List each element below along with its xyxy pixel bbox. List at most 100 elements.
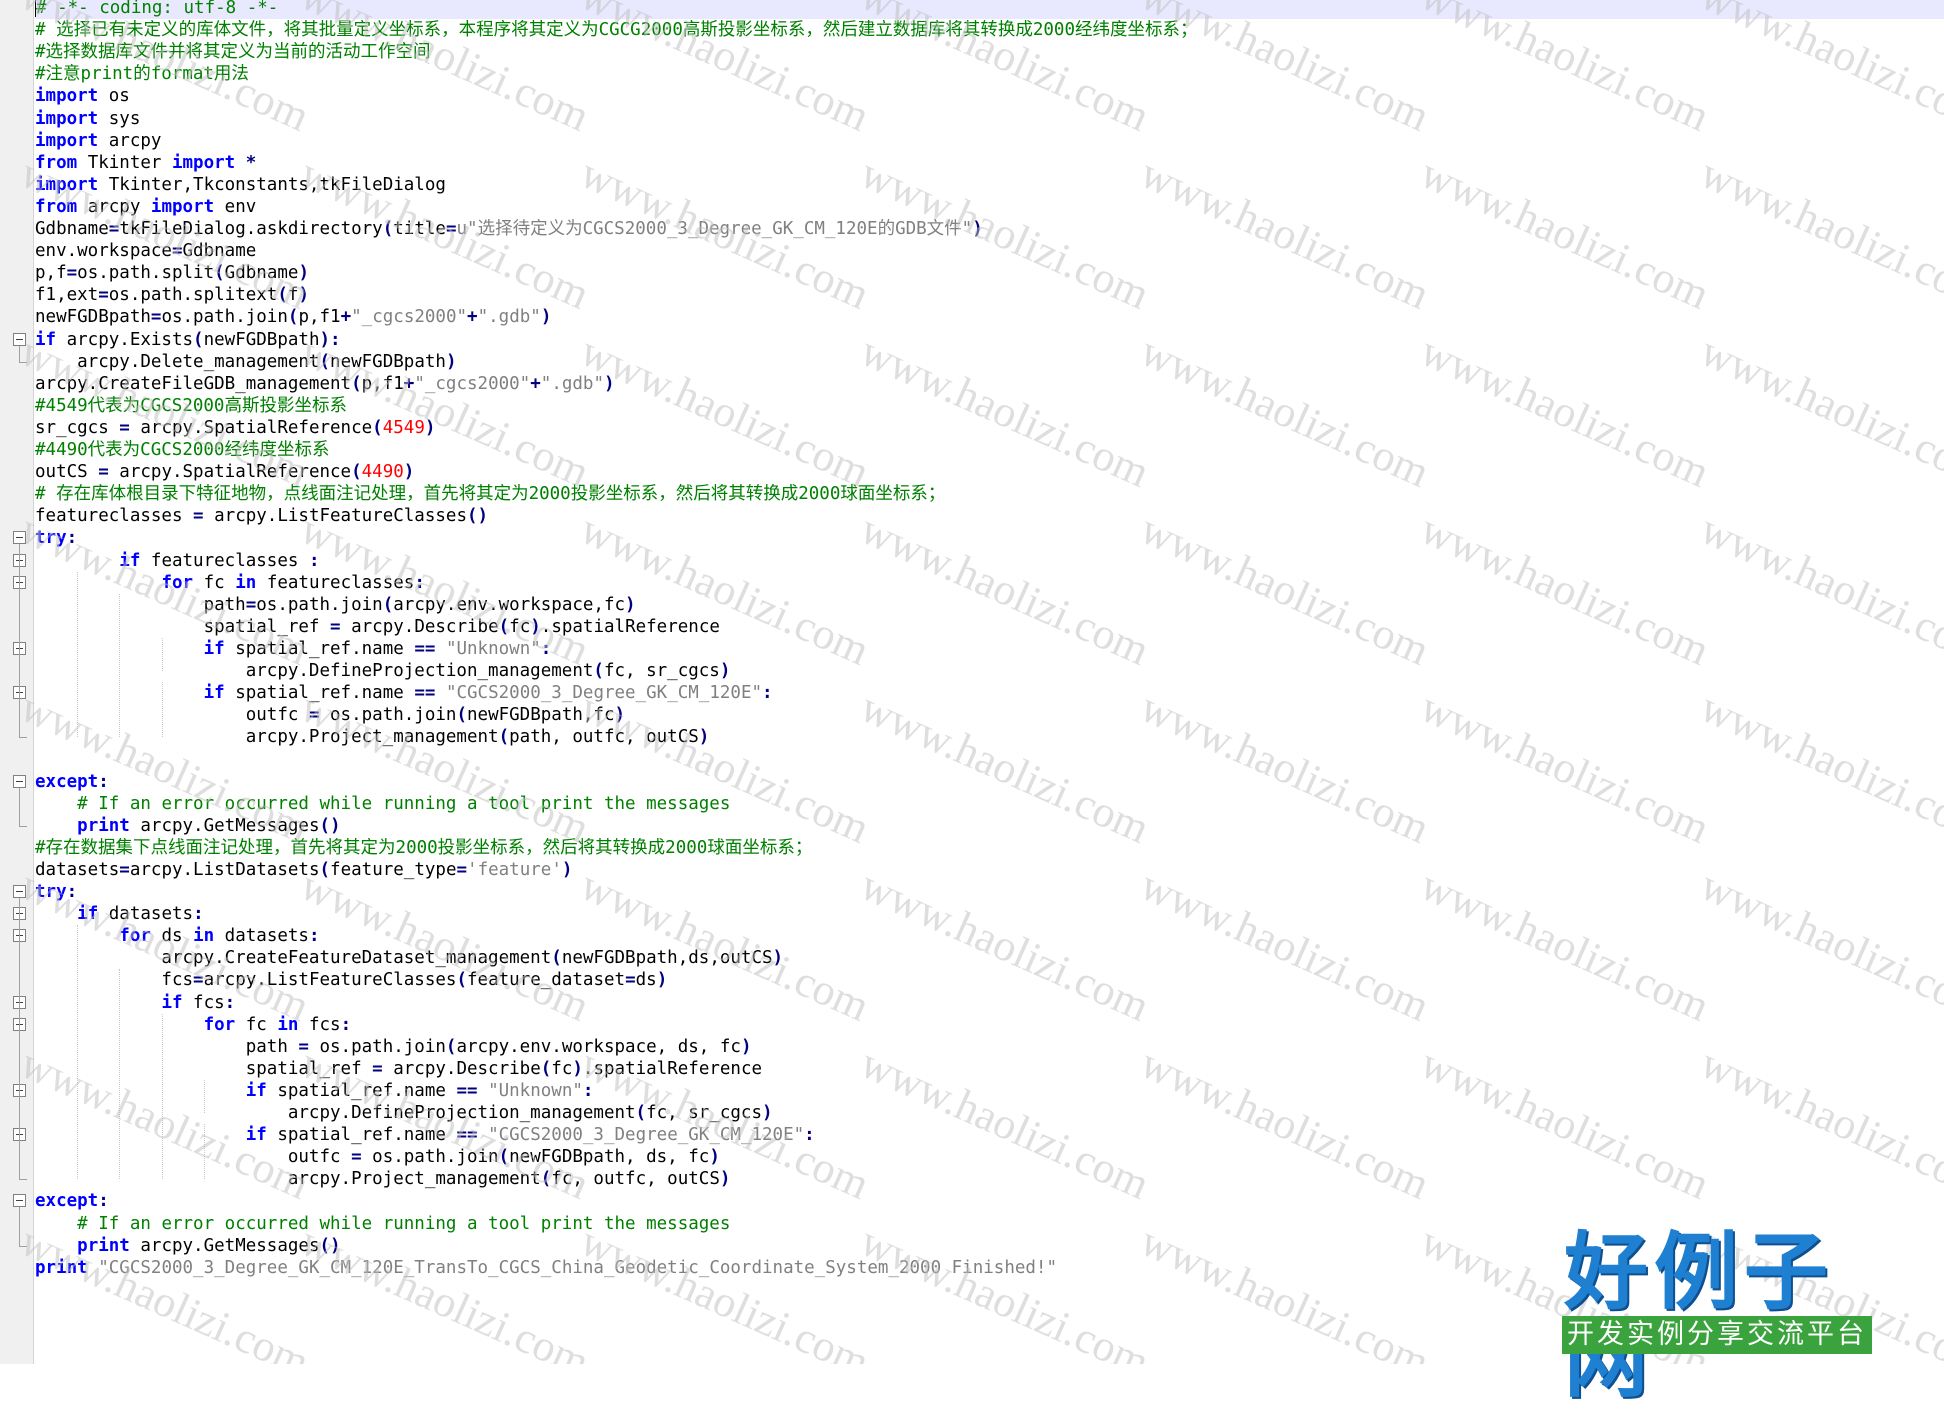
code-line[interactable]: if featureclasses : [35, 550, 319, 572]
fold-toggle-icon[interactable] [13, 885, 26, 898]
code-line[interactable]: print arcpy.GetMessages() [35, 815, 340, 837]
code-line[interactable]: try: [35, 881, 77, 903]
code-line[interactable]: spatial_ref = arcpy.Describe(fc).spatial… [35, 1058, 762, 1080]
fold-toggle-icon[interactable] [13, 531, 26, 544]
code-line[interactable]: spatial_ref = arcpy.Describe(fc).spatial… [35, 616, 720, 638]
code-line[interactable]: import Tkinter,Tkconstants,tkFileDialog [35, 174, 446, 196]
code-line[interactable]: # If an error occurred while running a t… [35, 793, 730, 815]
code-line[interactable]: if arcpy.Exists(newFGDBpath): [35, 329, 341, 351]
code-line[interactable]: sr_cgcs = arcpy.SpatialReference(4549) [35, 417, 435, 439]
code-line[interactable]: outfc = os.path.join(newFGDBpath,fc) [35, 704, 625, 726]
code-token: ) [698, 727, 710, 747]
code-line[interactable]: import os [35, 85, 130, 107]
code-line[interactable]: arcpy.CreateFileGDB_management(p,f1+"_cg… [35, 373, 615, 395]
code-line[interactable]: for fc in featureclasses: [35, 572, 425, 594]
code-token: print [77, 1236, 130, 1256]
code-line[interactable]: newFGDBpath=os.path.join(p,f1+"_cgcs2000… [35, 306, 551, 328]
code-line[interactable]: path=os.path.join(arcpy.env.workspace,fc… [35, 594, 636, 616]
code-line[interactable]: arcpy.Delete_management(newFGDBpath) [35, 351, 456, 373]
code-token: = [119, 418, 130, 438]
code-line[interactable]: if spatial_ref.name == "CGCS2000_3_Degre… [35, 1124, 815, 1146]
code-token: ( [372, 418, 383, 438]
code-line[interactable]: path = os.path.join(arcpy.env.workspace,… [35, 1036, 752, 1058]
code-token: = [445, 219, 457, 239]
code-line[interactable]: arcpy.Project_management(fc, outfc, outC… [35, 1168, 731, 1190]
code-line[interactable]: datasets=arcpy.ListDatasets(feature_type… [35, 859, 572, 881]
code-token: from [35, 197, 78, 217]
fold-toggle-icon[interactable] [13, 775, 26, 788]
code-line[interactable]: print "CGCS2000_3_Degree_GK_CM_120E_Tran… [35, 1257, 1057, 1279]
code-line[interactable]: if spatial_ref.name == "Unknown": [35, 638, 552, 660]
code-line[interactable]: fcs=arcpy.ListFeatureClasses(feature_dat… [35, 969, 667, 991]
code-token: #注意print的format用法 [35, 64, 249, 84]
code-line[interactable]: # 存在库体根目录下特征地物，点线面注记处理，首先将其定为2000投影坐标系，然… [35, 483, 945, 505]
code-line[interactable]: #注意print的format用法 [35, 63, 249, 85]
code-token: fc, sr_cgcs [603, 661, 720, 681]
fold-gutter [0, 0, 34, 1364]
code-line[interactable]: arcpy.DefineProjection_management(fc, sr… [35, 1102, 773, 1124]
code-line[interactable]: #4549代表为CGCS2000高斯投影坐标系 [35, 395, 347, 417]
fold-toggle-icon[interactable] [13, 333, 26, 346]
code-line[interactable]: Gdbname=tkFileDialog.askdirectory(title=… [35, 218, 983, 240]
code-token: fc, outfc, outCS [551, 1169, 720, 1189]
code-token: Tkinter [77, 153, 172, 173]
code-token: () [467, 506, 489, 526]
code-token: except [35, 1191, 99, 1211]
code-token: : [414, 573, 425, 593]
code-token: "CGCS2000_3_Degree_GK_CM_120E" [488, 1125, 805, 1145]
code-line[interactable]: for fc in fcs: [35, 1014, 352, 1036]
code-token: ( [193, 330, 204, 350]
code-line[interactable]: # If an error occurred while running a t… [35, 1213, 730, 1235]
code-line[interactable]: f1,ext=os.path.splitext(f) [35, 284, 309, 306]
code-line[interactable]: from arcpy import env [35, 196, 256, 218]
code-token: datasets [214, 926, 309, 946]
code-line[interactable]: #选择数据库文件并将其定义为当前的活动工作空间 [35, 41, 431, 63]
code-editor[interactable]: # -*- coding: utf-8 -*- # 选择已有未定义的库体文件，将其… [0, 0, 1944, 1364]
fold-toggle-icon[interactable] [13, 1194, 26, 1207]
code-line[interactable]: outfc = os.path.join(newFGDBpath, ds, fc… [35, 1146, 720, 1168]
code-token: ) [561, 860, 573, 880]
code-line[interactable]: arcpy.CreateFeatureDataset_management(ne… [35, 947, 783, 969]
code-line[interactable]: except: [35, 1190, 109, 1212]
code-line[interactable]: except: [35, 771, 109, 793]
code-token: arcpy.SpatialReference [108, 462, 352, 482]
code-line[interactable]: print arcpy.GetMessages() [35, 1235, 340, 1257]
code-token: ) [298, 263, 309, 283]
code-line[interactable]: if spatial_ref.name == "CGCS2000_3_Degre… [35, 682, 773, 704]
code-line[interactable]: if datasets: [35, 903, 203, 925]
code-line[interactable]: arcpy.Project_management(path, outfc, ou… [35, 726, 710, 748]
code-line[interactable]: from Tkinter import * [35, 152, 256, 174]
code-line[interactable]: #存在数据集下点线面注记处理，首先将其定为2000投影坐标系，然后将其转换成20… [35, 837, 812, 859]
code-token: ( [593, 661, 604, 681]
code-token: feature_type [330, 860, 457, 880]
code-line[interactable]: # 选择已有未定义的库体文件，将其批量定义坐标系，本程序将其定义为CGCG200… [35, 19, 1198, 41]
code-line[interactable]: import sys [35, 108, 140, 130]
code-token: = [625, 970, 636, 990]
code-area[interactable]: # -*- coding: utf-8 -*- # 选择已有未定义的库体文件，将其… [35, 0, 1944, 1364]
code-line[interactable]: #4490代表为CGCS2000经纬度坐标系 [35, 439, 329, 461]
code-line[interactable]: # -*- coding: utf-8 -*- [35, 0, 1944, 19]
code-token: arcpy.Describe [340, 617, 499, 637]
code-token: ( [351, 374, 362, 394]
site-logo: 好例子网 开发实例分享交流平台 [1558, 1228, 1878, 1404]
code-token: = [330, 617, 341, 637]
code-line[interactable]: p,f=os.path.split(Gdbname) [35, 262, 309, 284]
code-token: u"选择待定义为CGCS2000_3_Degree_GK_CM_120E的GDB… [456, 219, 973, 239]
code-token: newFGDBpath [330, 352, 446, 372]
code-token: ".gdb" [477, 307, 541, 327]
code-token: if [245, 1125, 267, 1145]
code-line[interactable]: featureclasses = arcpy.ListFeatureClasse… [35, 505, 488, 527]
code-token: ( [540, 1169, 552, 1189]
code-line[interactable]: outCS = arcpy.SpatialReference(4490) [35, 461, 414, 483]
code-token: #存在数据集下点线面注记处理，首先将其定为2000投影坐标系，然后将其转换成20… [35, 838, 813, 858]
code-line[interactable]: arcpy.DefineProjection_management(fc, sr… [35, 660, 731, 682]
code-line[interactable]: import arcpy [35, 130, 161, 152]
code-token: : [98, 772, 109, 792]
code-line[interactable]: try: [35, 527, 77, 549]
code-line[interactable]: env.workspace=Gdbname [35, 240, 256, 262]
code-line[interactable]: if fcs: [35, 992, 235, 1014]
